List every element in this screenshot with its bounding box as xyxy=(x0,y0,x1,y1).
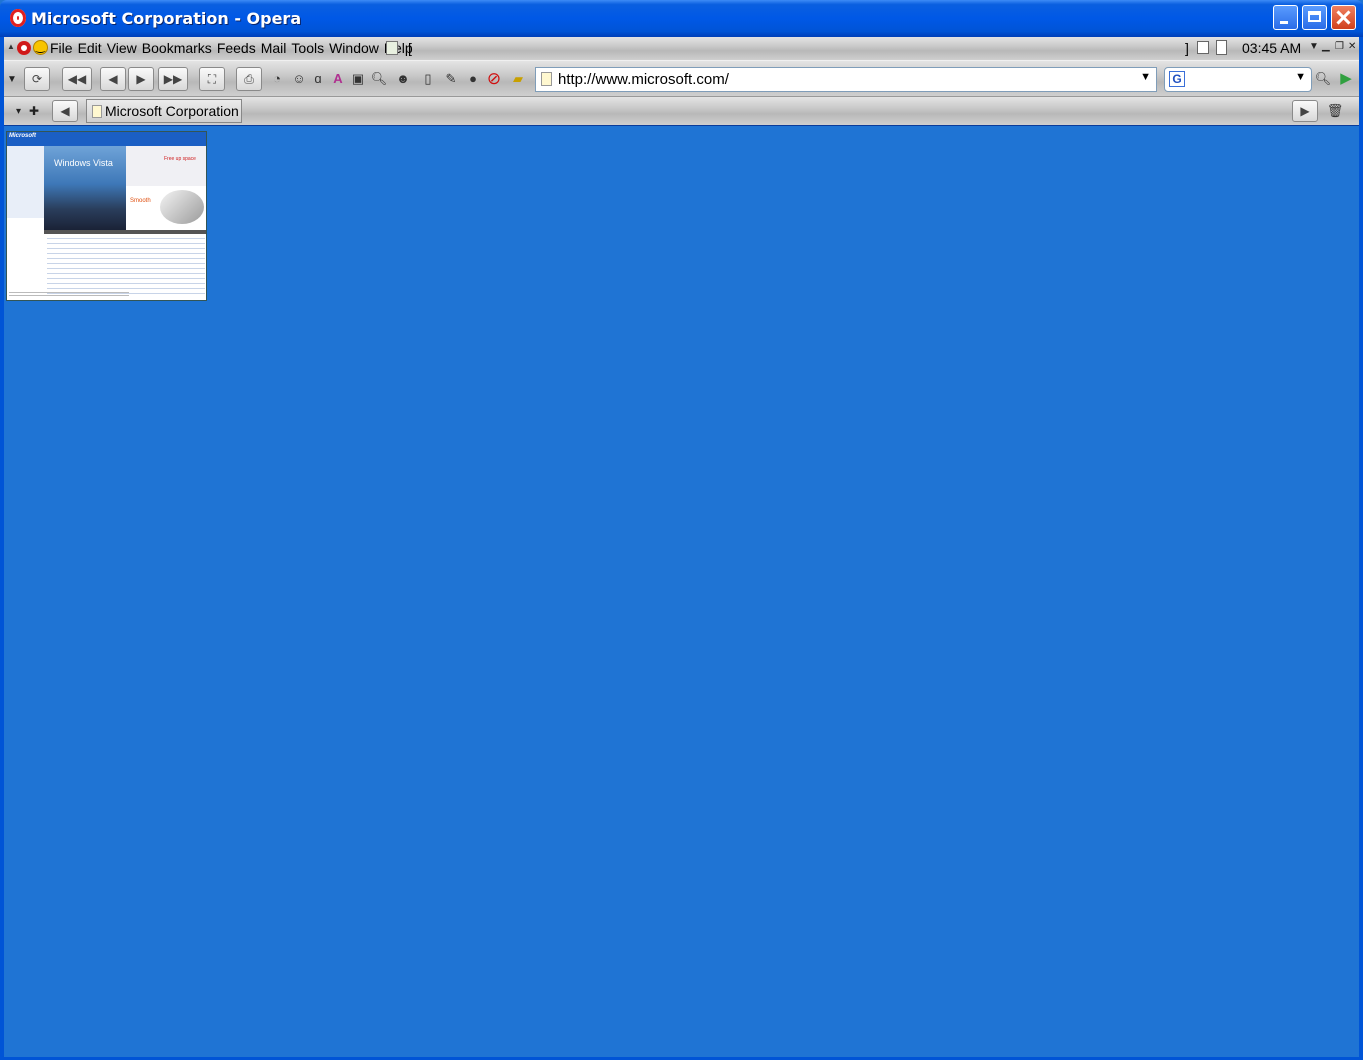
thumbnail-header: Microsoft xyxy=(7,132,206,146)
tab-label: Microsoft Corporation xyxy=(105,103,239,119)
user-icon[interactable]: ☻ xyxy=(394,70,412,88)
address-dropdown-icon[interactable]: ▼ xyxy=(1140,71,1151,83)
google-icon[interactable]: G xyxy=(1169,71,1185,87)
thumbnail-hero-text: Windows Vista xyxy=(54,158,113,168)
page-content: Microsoft Windows Vista Free up space Sm… xyxy=(4,125,1359,1057)
tab-scroll-left-button[interactable]: ◀ xyxy=(52,100,78,122)
document-icon[interactable]: ▯ xyxy=(419,70,437,88)
thumbnail-divider xyxy=(44,230,206,234)
minimize-button[interactable] xyxy=(1273,5,1298,30)
navigation-toolbar: ▼ ⟳ ◀◀ ◀ ▶ ▶▶ ⛶ ⎙ ◔ ☺ ɑ A ▣ 🔍︎ ☻ ▯ ✎ ● ⊘… xyxy=(4,60,1359,97)
mdi-restore-icon[interactable]: ❐ xyxy=(1335,41,1344,52)
sync-icon[interactable]: ◔ xyxy=(268,70,286,88)
forward-button[interactable]: ▶ xyxy=(128,67,154,91)
address-bar[interactable]: http://www.microsoft.com/ ▼ xyxy=(535,67,1157,92)
search-field[interactable]: G ▼ xyxy=(1164,67,1312,92)
menu-file[interactable]: File xyxy=(50,40,73,56)
fullscreen-button[interactable]: ⛶ xyxy=(199,67,225,91)
back-button[interactable]: ◀ xyxy=(100,67,126,91)
mdi-minimize-icon[interactable]: ▁ xyxy=(1322,41,1330,52)
chevron-down-icon[interactable]: ▼ xyxy=(1309,41,1319,52)
notes-icon[interactable]: ✎ xyxy=(442,70,460,88)
panel-toggle-icon[interactable] xyxy=(1197,41,1209,54)
tab-page-icon xyxy=(92,105,102,118)
ninja-icon[interactable]: ● xyxy=(464,70,482,88)
close-button[interactable] xyxy=(1331,5,1356,30)
tab-microsoft-corporation[interactable]: Microsoft Corporation xyxy=(86,99,242,123)
block-content-icon[interactable]: ⊘ xyxy=(485,70,503,88)
menu-items: File Edit View Bookmarks Feeds Mail Tool… xyxy=(50,40,413,56)
thumbnail-promo-2: Smooth xyxy=(126,186,206,230)
menu-edit[interactable]: Edit xyxy=(78,40,102,56)
address-url[interactable]: http://www.microsoft.com/ xyxy=(558,71,729,88)
trash-icon[interactable]: 🗑︎ xyxy=(1326,102,1344,120)
rewind-button[interactable]: ◀◀ xyxy=(62,67,92,91)
print-button[interactable]: ⎙ xyxy=(236,67,262,91)
new-folder-icon[interactable]: ▰ xyxy=(509,70,527,88)
window-frame-right xyxy=(1359,37,1363,1060)
face-icon[interactable]: ☺ xyxy=(290,70,308,88)
window-title: Microsoft Corporation - Opera xyxy=(31,9,302,28)
thumbnail-hero: Windows Vista xyxy=(44,146,126,230)
thumbnail-links xyxy=(47,238,205,294)
thumbnail-footer xyxy=(9,292,129,298)
thumbnail-promo-2-text: Smooth xyxy=(130,198,151,204)
reload-button[interactable]: ⟳ xyxy=(24,67,50,91)
toolbar-collapse-icon[interactable]: ▲ xyxy=(7,42,15,51)
toolbar-menu-arrow-icon[interactable]: ▼ xyxy=(7,74,17,85)
mdi-close-icon[interactable]: ✕ xyxy=(1348,41,1356,52)
find-icon[interactable]: ɑ xyxy=(309,70,327,88)
menu-bracket-left: [ xyxy=(408,40,412,56)
search-dropdown-icon[interactable]: ▼ xyxy=(1295,71,1306,83)
smiley-icon[interactable] xyxy=(33,40,48,55)
menu-mail[interactable]: Mail xyxy=(261,40,287,56)
go-icon[interactable]: ▶ xyxy=(1337,70,1355,88)
fast-forward-button[interactable]: ▶▶ xyxy=(158,67,188,91)
menu-view[interactable]: View xyxy=(107,40,137,56)
page-icon[interactable] xyxy=(1216,40,1227,55)
window-titlebar[interactable]: Microsoft Corporation - Opera xyxy=(0,0,1363,37)
tab-menu-arrow-icon[interactable]: ▾ xyxy=(16,106,21,117)
new-tab-icon[interactable]: ✚ xyxy=(29,104,39,118)
clock: 03:45 AM xyxy=(1242,40,1302,56)
menu-bar: ▲ File Edit View Bookmarks Feeds Mail To… xyxy=(4,37,1359,60)
menu-bookmarks[interactable]: Bookmarks xyxy=(142,40,212,56)
mouse-image xyxy=(160,190,204,224)
microsoft-logo: Microsoft xyxy=(9,133,36,139)
page-thumbnail[interactable]: Microsoft Windows Vista Free up space Sm… xyxy=(6,131,207,301)
tab-bar: ▾ ✚ ◀ Microsoft Corporation ▶ 🗑︎ xyxy=(4,97,1359,125)
menu-window[interactable]: Window xyxy=(329,40,379,56)
font-color-icon[interactable]: A xyxy=(329,70,347,88)
page-favicon-icon xyxy=(541,72,552,86)
menu-bracket-right: ] xyxy=(1185,40,1189,56)
opera-menu-icon[interactable] xyxy=(17,41,31,55)
thumbnail-sidebar xyxy=(7,146,44,218)
opera-logo-icon xyxy=(10,9,26,27)
thumbnail-promo-1-text: Free up space xyxy=(164,156,196,162)
menu-tools[interactable]: Tools xyxy=(291,40,324,56)
menu-feeds[interactable]: Feeds xyxy=(217,40,256,56)
image-icon[interactable]: ▣ xyxy=(349,70,367,88)
tab-scroll-right-button[interactable]: ▶ xyxy=(1292,100,1318,122)
zoom-icon[interactable]: 🔍︎ xyxy=(370,70,388,88)
maximize-button[interactable] xyxy=(1302,5,1327,30)
plugin-icon[interactable] xyxy=(386,41,398,55)
search-icon[interactable]: 🔍︎ xyxy=(1314,70,1332,88)
thumbnail-promo-1: Free up space xyxy=(126,146,206,186)
